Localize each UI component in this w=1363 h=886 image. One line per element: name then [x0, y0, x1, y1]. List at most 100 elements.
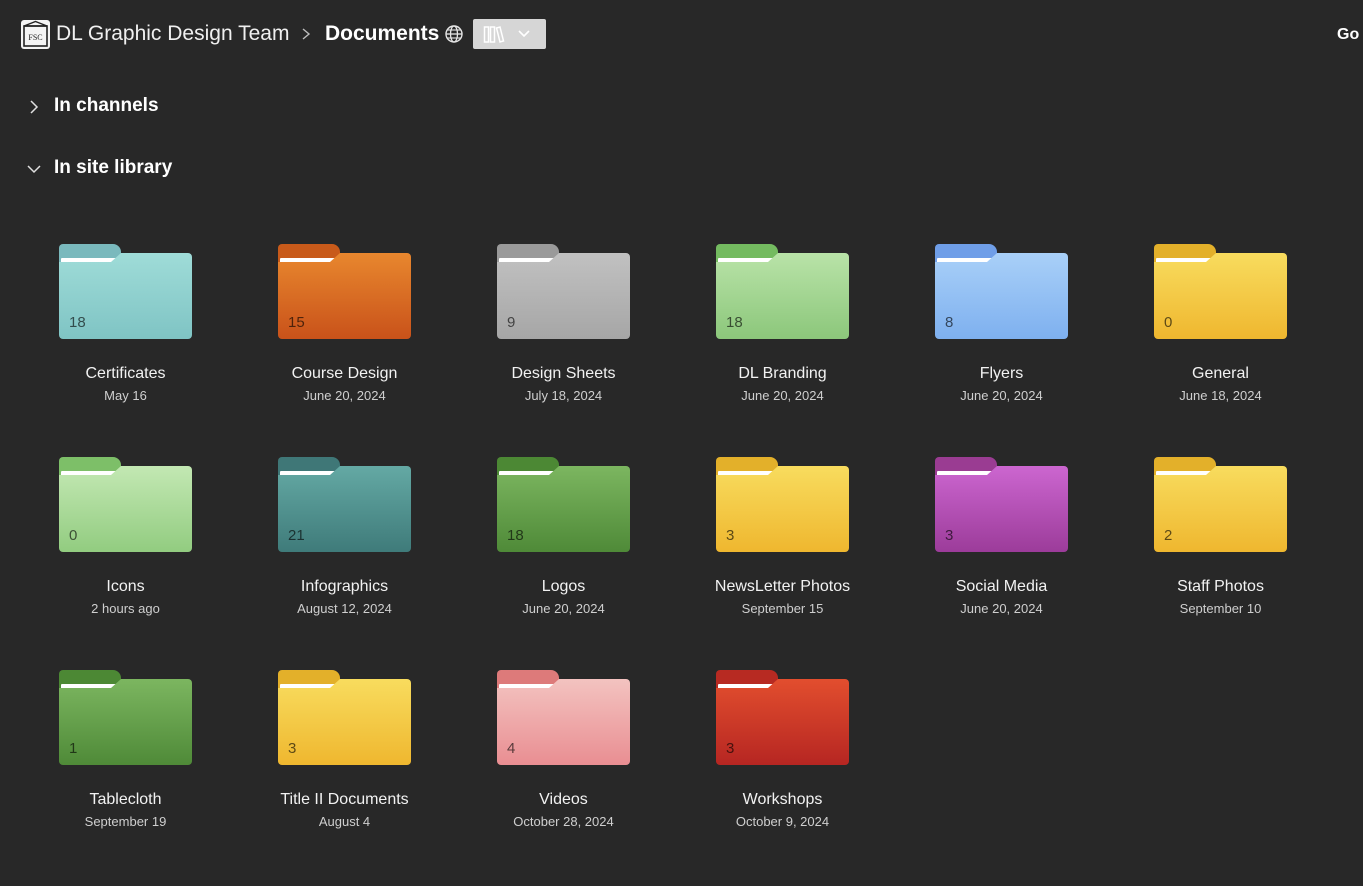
folder-icon: 2: [1154, 457, 1287, 552]
folder-tile[interactable]: 18 Logos June 20, 2024: [478, 442, 649, 642]
folder-item-count: 4: [507, 740, 516, 757]
folder-tile[interactable]: 18 Certificates May 16: [40, 229, 211, 429]
folder-item-count: 2: [1164, 527, 1173, 544]
folder-tile[interactable]: 8 Flyers June 20, 2024: [916, 229, 1087, 429]
folder-name: DL Branding: [738, 365, 827, 382]
folder-modified-date: June 20, 2024: [741, 388, 824, 403]
folder-item-count: 8: [945, 314, 954, 331]
folder-icon: 8: [935, 244, 1068, 339]
folder-front: [935, 253, 1068, 339]
folder-name: Workshops: [742, 791, 823, 808]
folder-icon: 3: [716, 457, 849, 552]
folder-tile[interactable]: 0 Icons 2 hours ago: [40, 442, 211, 642]
folder-tile[interactable]: 4 Videos October 28, 2024: [478, 655, 649, 855]
folder-modified-date: June 18, 2024: [1179, 388, 1262, 403]
folder-modified-date: September 15: [741, 601, 824, 616]
folder-modified-date: October 28, 2024: [513, 814, 614, 829]
folder-icon: 3: [935, 457, 1068, 552]
folder-modified-date: June 20, 2024: [960, 601, 1043, 616]
folder-front: [1154, 253, 1287, 339]
folder-icon: 9: [497, 244, 630, 339]
folder-icon: 18: [497, 457, 630, 552]
folder-name: Social Media: [955, 578, 1048, 595]
section-label: In channels: [54, 95, 159, 116]
folder-tile[interactable]: 15 Course Design June 20, 2024: [259, 229, 430, 429]
folder-tile[interactable]: 3 Social Media June 20, 2024: [916, 442, 1087, 642]
folder-modified-date: October 9, 2024: [735, 814, 830, 829]
folder-icon: 15: [278, 244, 411, 339]
folder-modified-date: September 19: [84, 814, 167, 829]
chevron-down-icon: [518, 30, 530, 38]
top-bar: FSC DL Graphic Design Team Documents Go: [0, 0, 1363, 70]
folder-tile[interactable]: 3 Workshops October 9, 2024: [697, 655, 868, 855]
folder-tile[interactable]: 18 DL Branding June 20, 2024: [697, 229, 868, 429]
chevron-right-icon: [30, 100, 39, 114]
folder-modified-date: August 12, 2024: [297, 601, 392, 616]
folder-item-count: 15: [288, 314, 305, 331]
folder-tile[interactable]: 1 Tablecloth September 19: [40, 655, 211, 855]
folder-item-count: 9: [507, 314, 516, 331]
folder-name: Title II Documents: [280, 791, 409, 808]
breadcrumb-library-name[interactable]: Documents: [325, 21, 439, 47]
folder-modified-date: September 10: [1179, 601, 1262, 616]
folder-name: Logos: [541, 578, 586, 595]
folder-item-count: 3: [726, 527, 735, 544]
folder-tile[interactable]: 21 Infographics August 12, 2024: [259, 442, 430, 642]
folder-modified-date: June 20, 2024: [303, 388, 386, 403]
folder-modified-date: June 20, 2024: [960, 388, 1043, 403]
folder-item-count: 0: [69, 527, 78, 544]
folder-name: Infographics: [300, 578, 389, 595]
folder-item-count: 0: [1164, 314, 1173, 331]
folder-front: [716, 679, 849, 765]
folder-item-count: 18: [726, 314, 743, 331]
folder-front: [497, 679, 630, 765]
folder-front: [497, 253, 630, 339]
folder-front: [278, 679, 411, 765]
folder-front: [59, 679, 192, 765]
folder-item-count: 3: [288, 740, 297, 757]
folder-icon: 0: [1154, 244, 1287, 339]
folder-tile[interactable]: 9 Design Sheets July 18, 2024: [478, 229, 649, 429]
logo-text: FSC: [28, 33, 42, 42]
folder-name: Videos: [539, 791, 588, 808]
section-label: In site library: [54, 157, 173, 178]
folder-item-count: 21: [288, 527, 305, 544]
chevron-down-icon: [27, 165, 41, 174]
folder-tile[interactable]: 3 NewsLetter Photos September 15: [697, 442, 868, 642]
folder-item-count: 18: [69, 314, 86, 331]
go-link[interactable]: Go: [1337, 26, 1359, 44]
folder-item-count: 1: [69, 740, 78, 757]
folder-tile[interactable]: 3 Title II Documents August 4: [259, 655, 430, 855]
folder-icon: 0: [59, 457, 192, 552]
folder-icon: 4: [497, 670, 630, 765]
folder-icon: 18: [716, 244, 849, 339]
site-logo[interactable]: FSC: [21, 20, 50, 49]
folder-item-count: 3: [945, 527, 954, 544]
folder-name: NewsLetter Photos: [714, 578, 851, 595]
folder-name: Design Sheets: [511, 365, 616, 382]
folder-front: [1154, 466, 1287, 552]
folder-modified-date: August 4: [318, 814, 371, 829]
folder-icon: 3: [716, 670, 849, 765]
folder-name: Icons: [106, 578, 145, 595]
library-view-icon: [483, 26, 505, 43]
folder-name: General: [1192, 365, 1249, 382]
folder-tile[interactable]: 2 Staff Photos September 10: [1135, 442, 1306, 642]
folder-item-count: 3: [726, 740, 735, 757]
breadcrumb-site-name[interactable]: DL Graphic Design Team: [56, 21, 289, 47]
folder-item-count: 18: [507, 527, 524, 544]
folder-name: Certificates: [85, 365, 166, 382]
folder-icon: 3: [278, 670, 411, 765]
folder-tile[interactable]: 0 General June 18, 2024: [1135, 229, 1306, 429]
folder-name: Staff Photos: [1177, 578, 1264, 595]
breadcrumb-separator-chevron-icon: [302, 28, 311, 40]
globe-icon: [445, 25, 463, 43]
folder-front: [716, 466, 849, 552]
folder-front: [935, 466, 1068, 552]
view-switcher-button[interactable]: [473, 19, 546, 49]
folder-icon: 21: [278, 457, 411, 552]
folder-modified-date: May 16: [104, 388, 147, 403]
folder-icon: 18: [59, 244, 192, 339]
folder-front: [59, 466, 192, 552]
folder-modified-date: June 20, 2024: [522, 601, 605, 616]
